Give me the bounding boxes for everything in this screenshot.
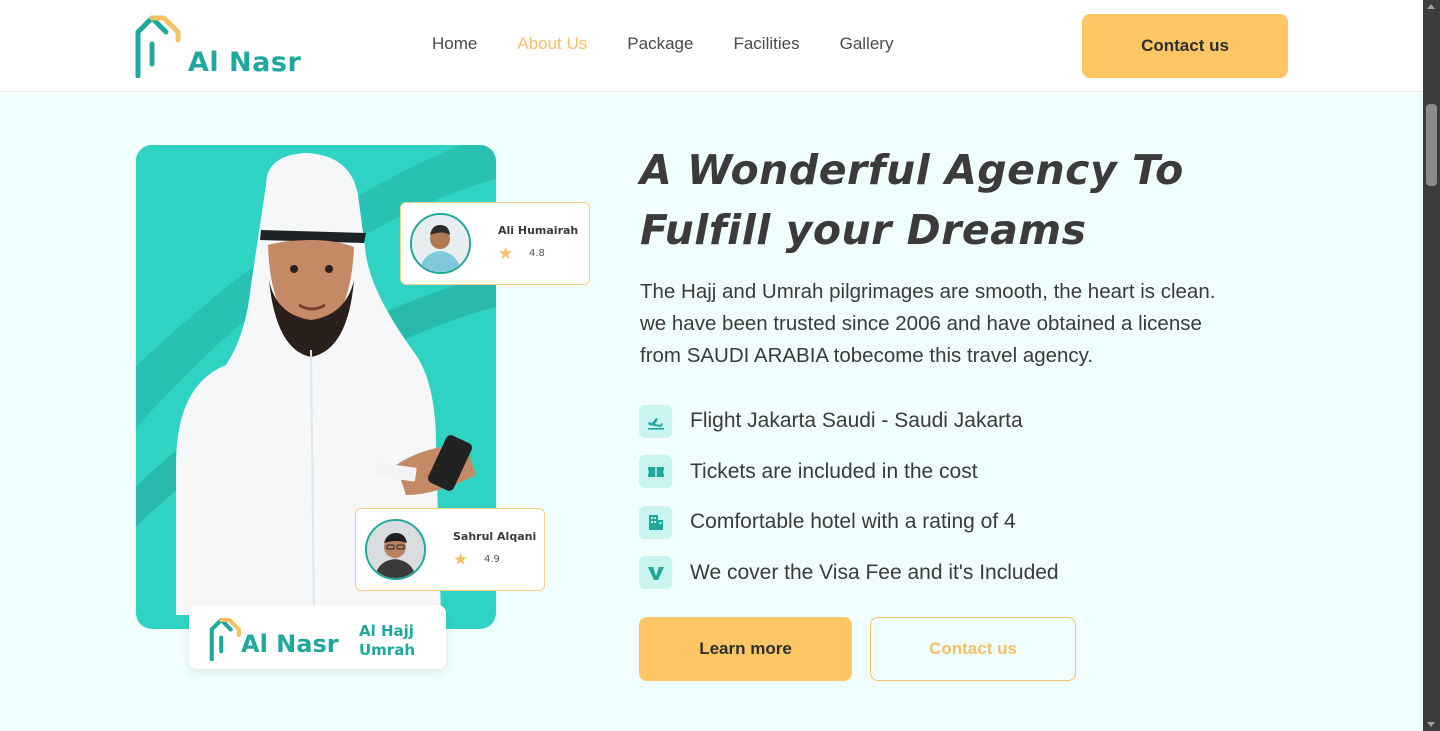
- about-description: The Hajj and Umrah pilgrimages are smoot…: [640, 276, 1280, 372]
- reviewer-rating: 4.9: [484, 554, 500, 565]
- list-item: Comfortable hotel with a rating of 4: [639, 497, 1059, 548]
- logo-text: Al Nasr: [188, 47, 302, 78]
- nav-facilities[interactable]: Facilities: [733, 34, 799, 54]
- title-line: A Wonderful Agency To: [640, 146, 1184, 194]
- feature-text: Comfortable hotel with a rating of 4: [690, 510, 1016, 534]
- feature-list: Flight Jakarta Saudi - Saudi Jakarta Tic…: [639, 396, 1059, 598]
- contact-us-button[interactable]: Contact us: [870, 617, 1076, 681]
- logo-mark-icon: [209, 617, 241, 661]
- list-item: We cover the Visa Fee and it's Included: [639, 548, 1059, 599]
- star-icon: ★: [498, 244, 514, 264]
- avatar: [410, 213, 471, 274]
- review-card: Ali Humairah ★ 4.8: [400, 202, 590, 285]
- header-contact-button[interactable]: Contact us: [1082, 14, 1288, 78]
- site-header: Al Nasr Home About Us Package Facilities…: [0, 0, 1423, 92]
- nav-gallery[interactable]: Gallery: [840, 34, 894, 54]
- main-nav: Home About Us Package Facilities Gallery: [432, 34, 933, 54]
- reviewer-name: Sahrul Alqani: [453, 530, 537, 543]
- title-line: Fulfill your Dreams: [640, 206, 1087, 254]
- flight-icon: [639, 404, 672, 438]
- nav-home[interactable]: Home: [432, 34, 477, 54]
- feature-text: Flight Jakarta Saudi - Saudi Jakarta: [690, 409, 1023, 433]
- badge-subtitle-line: Umrah: [359, 641, 416, 659]
- hotel-icon: [639, 505, 672, 539]
- star-icon: ★: [453, 550, 469, 570]
- scroll-down-arrow-icon[interactable]: [1427, 722, 1435, 727]
- ticket-icon: [639, 455, 672, 489]
- feature-text: Tickets are included in the cost: [690, 459, 978, 483]
- learn-more-button[interactable]: Learn more: [639, 617, 852, 681]
- badge-subtitle: Al Hajj Umrah: [359, 622, 415, 660]
- description-line: from SAUDI ARABIA tobecome this travel a…: [640, 344, 1094, 367]
- site-logo[interactable]: Al Nasr: [134, 14, 301, 78]
- avatar: [365, 519, 426, 580]
- logo-mark-icon: [135, 15, 181, 78]
- reviewer-rating: 4.8: [529, 248, 545, 259]
- feature-text: We cover the Visa Fee and it's Included: [690, 560, 1059, 584]
- page-scrollbar[interactable]: [1423, 0, 1440, 731]
- list-item: Flight Jakarta Saudi - Saudi Jakarta: [639, 396, 1059, 447]
- visa-icon: [639, 556, 672, 590]
- description-line: we have been trusted since 2006 and have…: [640, 312, 1202, 335]
- badge-subtitle-line: Al Hajj: [359, 622, 414, 640]
- badge-logo-text: Al Nasr: [241, 630, 339, 658]
- page-title: A Wonderful Agency To Fulfill your Dream…: [640, 140, 1260, 260]
- review-card: Sahrul Alqani ★ 4.9: [355, 508, 545, 591]
- list-item: Tickets are included in the cost: [639, 447, 1059, 498]
- description-line: The Hajj and Umrah pilgrimages are smoot…: [640, 280, 1216, 303]
- brand-badge: Al Nasr Al Hajj Umrah: [189, 605, 446, 669]
- reviewer-name: Ali Humairah: [498, 224, 579, 237]
- nav-about-us[interactable]: About Us: [517, 34, 587, 54]
- nav-package[interactable]: Package: [627, 34, 693, 54]
- scroll-thumb[interactable]: [1426, 104, 1437, 186]
- scroll-up-arrow-icon[interactable]: [1427, 4, 1435, 9]
